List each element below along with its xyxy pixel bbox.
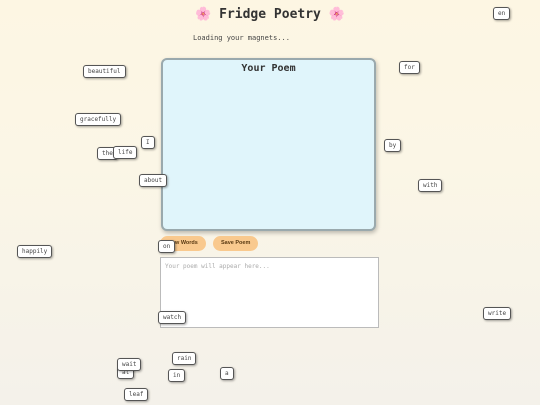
magnet-on[interactable]: on [158, 240, 176, 253]
magnet-happily[interactable]: happily [17, 245, 53, 258]
magnet-write[interactable]: write [483, 307, 512, 320]
app-title: 🌸 Fridge Poetry 🌸 [0, 7, 540, 22]
magnet-leaf[interactable]: leaf [124, 388, 149, 401]
flower-icon: 🌸 [328, 7, 345, 22]
poem-board[interactable]: Your Poem [161, 58, 376, 231]
save-poem-button[interactable]: Save Poem [213, 236, 259, 251]
magnet-for[interactable]: for [399, 61, 420, 74]
loading-status: Loading your magnets... [193, 34, 290, 42]
magnet-about[interactable]: about [139, 174, 168, 187]
magnet-en[interactable]: en [493, 7, 511, 20]
magnet-life[interactable]: life [113, 146, 138, 159]
magnet-i[interactable]: I [141, 136, 155, 149]
magnet-beautiful[interactable]: beautiful [83, 65, 126, 78]
flower-icon: 🌸 [195, 7, 212, 22]
magnet-wait[interactable]: wait [117, 358, 142, 371]
magnet-by[interactable]: by [384, 139, 402, 152]
magnet-a[interactable]: a [220, 367, 234, 380]
poem-output[interactable]: Your poem will appear here... [160, 257, 379, 328]
magnet-gracefully[interactable]: gracefully [75, 113, 122, 126]
app-title-text: Fridge Poetry [219, 7, 321, 22]
magnet-watch[interactable]: watch [158, 311, 187, 324]
magnet-rain[interactable]: rain [172, 352, 197, 365]
magnet-with[interactable]: with [418, 179, 443, 192]
poem-board-title: Your Poem [241, 63, 296, 74]
magnet-in[interactable]: in [168, 369, 186, 382]
